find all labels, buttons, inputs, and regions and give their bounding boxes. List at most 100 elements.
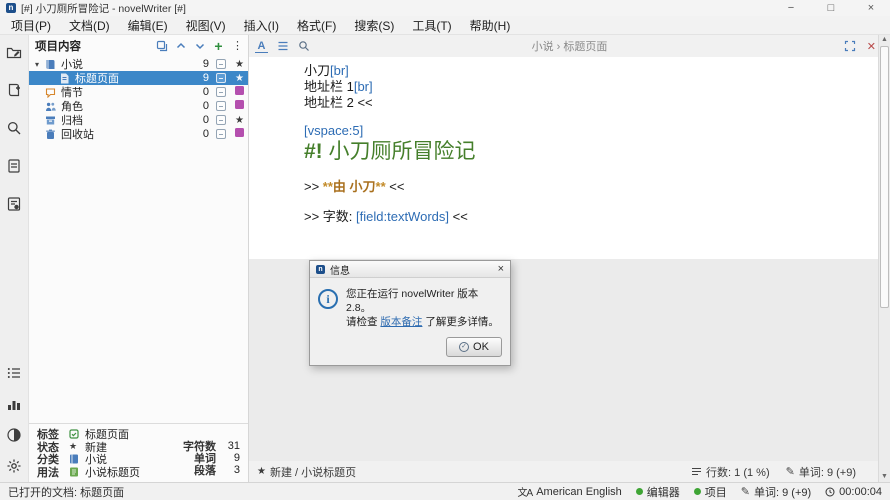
characters-icon	[45, 101, 57, 112]
dialog-title-bar: n 信息 ×	[310, 261, 510, 278]
menu-tools[interactable]: 工具(T)	[403, 16, 460, 35]
status-star-icon: ★	[234, 115, 245, 126]
novelwriter-window: n [#] 小刀厕所冒险记 - novelWriter [#] − □ × 项目…	[0, 0, 890, 500]
menu-search[interactable]: 搜索(S)	[345, 16, 403, 35]
doc-status-text: 新建 / 小说标题页	[270, 464, 356, 480]
menu-edit[interactable]: 编辑(E)	[119, 16, 177, 35]
pen-icon: ✎	[741, 485, 750, 498]
archive-box-icon	[45, 115, 57, 126]
app-icon: n	[6, 3, 16, 13]
document-icon	[59, 73, 71, 84]
editor-viewport[interactable]: 小刀[br] 地址栏 1[br] 地址栏 2 << [vspace:5] #! …	[249, 57, 878, 461]
tree-item-title-page[interactable]: 标题页面 9 ★	[29, 71, 248, 85]
active-checkbox-icon[interactable]	[216, 101, 226, 111]
importance-square-icon	[234, 86, 245, 98]
word-count: ✎ 单词: 9 (+9)	[786, 464, 856, 480]
menu-insert[interactable]: 插入(I)	[235, 16, 288, 35]
project-status: 项目	[694, 484, 727, 500]
tree-item-novel[interactable]: ▾ 小说 9 ★	[29, 57, 248, 71]
theme-toggle-icon[interactable]	[6, 426, 23, 443]
status-star-icon: ★	[69, 441, 81, 452]
search-icon[interactable]	[6, 119, 23, 136]
item-details-panel: 标签 标题页面 状态 ★ 新建 分类	[29, 423, 248, 482]
add-item-icon[interactable]: +	[212, 40, 225, 53]
dialog-title: 信息	[330, 262, 493, 277]
menu-view[interactable]: 视图(V)	[177, 16, 235, 35]
importance-square-icon	[234, 100, 245, 112]
clock-icon	[825, 487, 835, 497]
plot-bubble-icon	[45, 87, 57, 98]
status-star-icon: ★	[234, 73, 245, 84]
scroll-down-icon[interactable]: ▼	[879, 472, 890, 482]
active-checkbox-icon[interactable]	[216, 129, 226, 139]
active-checkbox-icon[interactable]	[216, 59, 226, 69]
project-tree: ▾ 小说 9 ★ 标题页面 9 ★	[29, 57, 248, 141]
app-icon: n	[316, 265, 325, 274]
title-bar: n [#] 小刀厕所冒险记 - novelWriter [#] − □ ×	[0, 0, 890, 16]
stats-icon[interactable]	[6, 395, 23, 412]
ok-button[interactable]: ✓ OK	[446, 337, 502, 357]
info-icon: i	[318, 289, 338, 309]
green-dot-icon	[636, 488, 643, 495]
outline-view-icon[interactable]	[6, 157, 23, 174]
dialog-message: 您正在运行 novelWriter 版本 2.8。 请检查 版本备注 了解更多详…	[346, 287, 502, 329]
active-checkbox-icon[interactable]	[216, 87, 226, 97]
editor-header: 小说 › 标题页面 A ✕	[249, 35, 890, 57]
details-view-icon[interactable]	[6, 195, 23, 212]
move-down-icon[interactable]	[193, 40, 206, 53]
move-up-icon[interactable]	[174, 40, 187, 53]
tree-item-trash[interactable]: 回收站 0	[29, 127, 248, 141]
document-text[interactable]: 小刀[br] 地址栏 1[br] 地址栏 2 << [vspace:5] #! …	[304, 63, 858, 225]
pen-icon: ✎	[786, 465, 795, 478]
document-breadcrumb: 小说 › 标题页面	[249, 38, 890, 54]
release-notes-link[interactable]: 版本备注	[380, 316, 422, 328]
editor-status: 编辑器	[636, 484, 680, 500]
format-settings-icon[interactable]: A	[255, 40, 268, 53]
project-content-title: 项目内容	[35, 38, 155, 54]
session-time: 00:00:04	[825, 486, 882, 498]
active-checkbox-icon[interactable]	[216, 73, 226, 83]
status-star-icon: ★	[257, 466, 266, 477]
info-dialog: n 信息 × i 您正在运行 novelWriter 版本 2.8。 请检查 版…	[309, 260, 511, 366]
stat-paragraphs: 段落 3	[156, 464, 240, 476]
editor-scrollbar[interactable]: ▲ ▼	[878, 35, 890, 482]
tree-item-plot[interactable]: 情节 0	[29, 85, 248, 99]
scroll-up-icon[interactable]: ▲	[879, 35, 890, 45]
expand-collapse-icon[interactable]	[155, 40, 168, 53]
green-dot-icon	[694, 488, 701, 495]
expander-icon[interactable]: ▾	[35, 60, 45, 69]
doc-search-icon[interactable]	[297, 40, 310, 53]
tag-icon	[69, 429, 81, 439]
tags-list-icon[interactable]	[6, 364, 23, 381]
status-bar: 已打开的文档: 标题页面 文A American English 编辑器 项目 …	[0, 482, 890, 500]
menu-document[interactable]: 文档(D)	[60, 16, 119, 35]
novel-view-icon[interactable]	[6, 81, 23, 98]
editor-footer: ★ 新建 / 小说标题页 行数: 1 (1 %) ✎ 单词: 9 (+9)	[249, 461, 890, 482]
language-icon: 文A	[518, 484, 533, 499]
maximize-button[interactable]: □	[824, 1, 838, 15]
importance-square-icon	[234, 128, 245, 140]
check-circle-icon: ✓	[459, 342, 469, 352]
close-document-icon[interactable]: ✕	[867, 40, 876, 53]
session-words: ✎ 单词: 9 (+9)	[741, 484, 811, 500]
tree-item-archive[interactable]: 归档 0 ★	[29, 113, 248, 127]
active-checkbox-icon[interactable]	[216, 115, 226, 125]
close-button[interactable]: ×	[864, 1, 878, 15]
project-tree-icon[interactable]	[6, 43, 23, 60]
activity-bar	[0, 35, 28, 482]
menu-project[interactable]: 项目(P)	[2, 16, 60, 35]
menu-help[interactable]: 帮助(H)	[461, 16, 520, 35]
scrollbar-thumb[interactable]	[880, 46, 889, 308]
editor-panel: 小说 › 标题页面 A ✕	[249, 35, 890, 482]
window-title: [#] 小刀厕所冒险记 - novelWriter [#]	[21, 1, 784, 16]
outline-list-icon[interactable]	[276, 40, 289, 53]
menu-format[interactable]: 格式(F)	[288, 16, 345, 35]
language-status[interactable]: 文A American English	[518, 484, 622, 499]
tree-item-characters[interactable]: 角色 0	[29, 99, 248, 113]
more-options-icon[interactable]: ⋮	[231, 40, 244, 53]
project-panel: 项目内容 + ⋮ ▾	[28, 35, 249, 482]
dialog-close-icon[interactable]: ×	[498, 264, 504, 275]
minimize-button[interactable]: −	[784, 1, 798, 15]
settings-gear-icon[interactable]	[6, 457, 23, 474]
maximize-editor-icon[interactable]	[844, 40, 857, 53]
